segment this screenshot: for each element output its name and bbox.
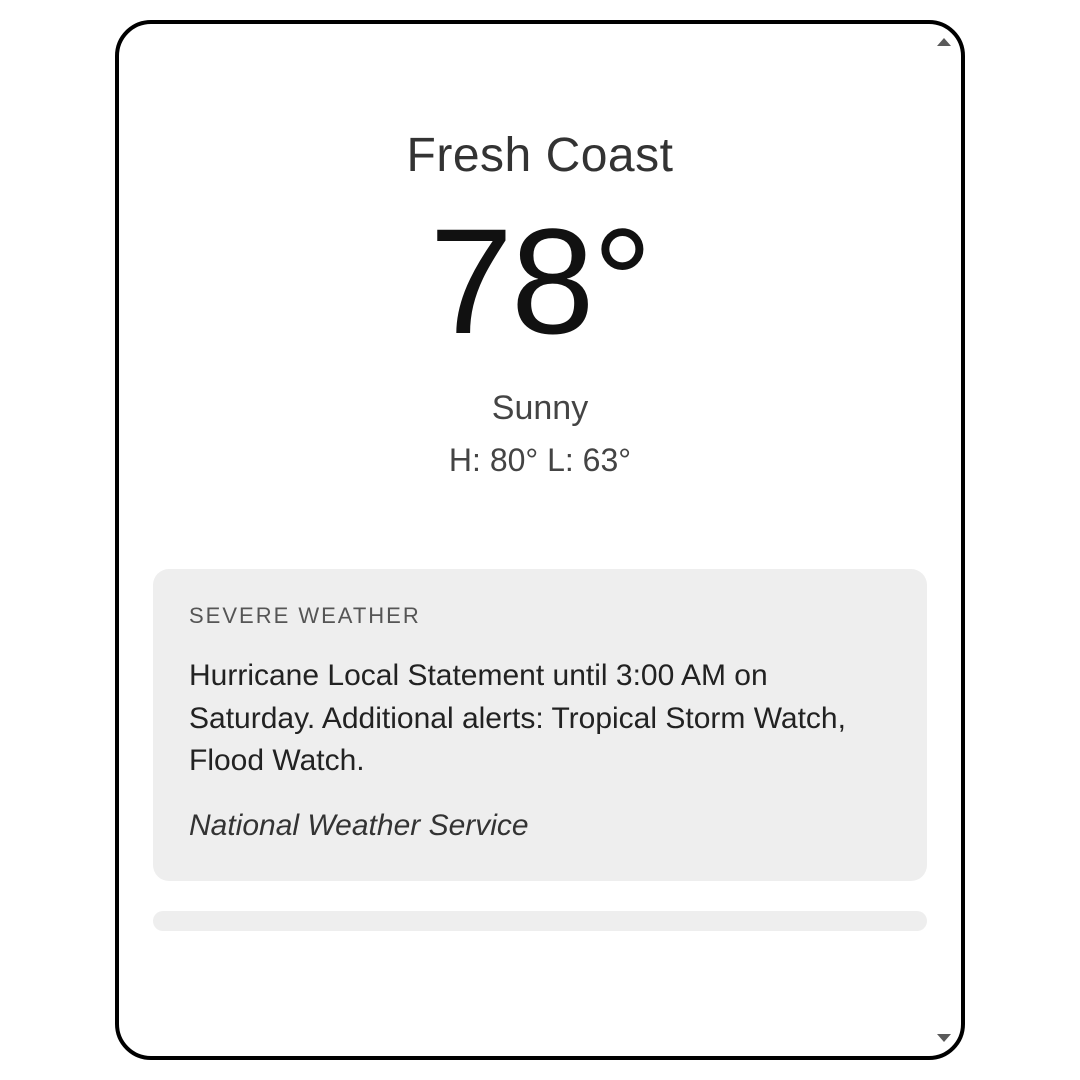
current-conditions: Fresh Coast 78° Sunny H: 80° L: 63° bbox=[153, 84, 927, 569]
alert-heading: SEVERE WEATHER bbox=[189, 603, 891, 629]
next-card-partial[interactable] bbox=[153, 911, 927, 931]
high-low-label: H: 80° L: 63° bbox=[153, 442, 927, 479]
scroll-spacer bbox=[153, 961, 927, 1056]
weather-scroll-area[interactable]: Fresh Coast 78° Sunny H: 80° L: 63° SEVE… bbox=[119, 24, 961, 1056]
alert-source: National Weather Service bbox=[189, 809, 891, 843]
current-temperature: 78° bbox=[153, 191, 927, 371]
weather-widget-frame: Fresh Coast 78° Sunny H: 80° L: 63° SEVE… bbox=[115, 20, 965, 1060]
location-name: Fresh Coast bbox=[153, 128, 927, 183]
severe-weather-card[interactable]: SEVERE WEATHER Hurricane Local Statement… bbox=[153, 569, 927, 881]
alert-body: Hurricane Local Statement until 3:00 AM … bbox=[189, 655, 891, 783]
condition-label: Sunny bbox=[153, 389, 927, 428]
